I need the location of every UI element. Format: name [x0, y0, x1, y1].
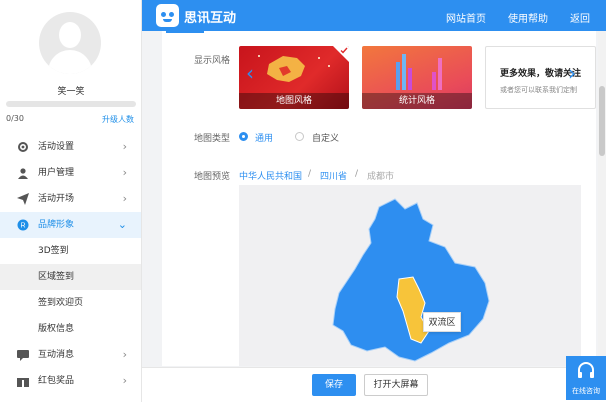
sidebar-item-brand-image[interactable]: R 品牌形象 ⌄ [0, 212, 141, 238]
active-tab-indicator [166, 31, 204, 33]
map-preview[interactable]: 双流区 [239, 185, 581, 366]
more-styles-desc: 或者您可以联系我们定制 [500, 86, 577, 94]
headset-icon [578, 362, 594, 378]
upgrade-link[interactable]: 升级人数 [102, 114, 134, 125]
avatar[interactable] [39, 12, 101, 74]
district-tooltip: 双流区 [423, 312, 461, 332]
sidebar-subitem-welcome-page[interactable]: 签到欢迎页 [0, 290, 141, 316]
sidebar-item-label: 活动开场 [38, 194, 75, 204]
breadcrumb-separator: / [355, 169, 359, 179]
main-content: 显示风格 地图风格 ‹ 统计风格 更多效果，敬请关注 或者您可以联系我们定制 ›… [142, 31, 606, 402]
sidebar-item-label: 用户管理 [38, 168, 75, 178]
quota-count: 0/30 [6, 114, 24, 123]
brand-icon: R [17, 219, 29, 231]
carousel-next-icon[interactable]: › [568, 61, 576, 85]
chengdu-map [332, 198, 490, 362]
style-label: 显示风格 [194, 56, 231, 66]
style-card-caption: 地图风格 [239, 93, 349, 109]
map-type-radio-custom[interactable] [295, 132, 304, 141]
send-icon [17, 193, 29, 205]
top-header: 思讯互动 网站首页 使用帮助 返回 [142, 0, 606, 31]
save-button[interactable]: 保存 [312, 374, 356, 396]
sidebar-item-activity-opening[interactable]: 活动开场 › [0, 186, 141, 212]
svg-text:R: R [20, 223, 25, 230]
chevron-right-icon: › [122, 140, 127, 153]
scrollbar[interactable] [598, 31, 606, 356]
sidebar-nav: 活动设置 › 用户管理 › 活动开场 › R 品牌形象 ⌄ 3D签到 区域签到 … [0, 134, 141, 394]
sidebar-item-label: 红包奖品 [38, 376, 75, 386]
more-styles-card: 更多效果，敬请关注 或者您可以联系我们定制 [485, 46, 596, 109]
sidebar-item-label: 品牌形象 [38, 220, 75, 230]
style-card-caption: 统计风格 [362, 93, 472, 109]
sidebar-subitem-region-signin[interactable]: 区域签到 [0, 264, 141, 290]
chevron-right-icon: › [122, 374, 127, 387]
map-type-label: 地图类型 [194, 134, 231, 144]
logo-icon [156, 4, 179, 27]
sidebar-item-label: 活动设置 [38, 142, 75, 152]
open-big-screen-button[interactable]: 打开大屏幕 [364, 374, 428, 396]
chevron-right-icon: › [122, 166, 127, 179]
sidebar-subitem-copyright[interactable]: 版权信息 [0, 316, 141, 342]
settings-panel: 显示风格 地图风格 ‹ 统计风格 更多效果，敬请关注 或者您可以联系我们定制 ›… [162, 31, 596, 366]
action-bar: 保存 打开大屏幕 [142, 367, 606, 402]
carousel-prev-icon[interactable]: ‹ [246, 61, 254, 85]
quota-progress-bar [6, 101, 136, 107]
sidebar-subitem-3d-signin[interactable]: 3D签到 [0, 238, 141, 264]
brand-name: 思讯互动 [184, 11, 237, 26]
user-icon [18, 168, 28, 179]
nav-back-link[interactable]: 返回 [570, 10, 590, 25]
username: 笑一笑 [57, 87, 85, 97]
nav-home-link[interactable]: 网站首页 [446, 10, 486, 25]
style-card-stats[interactable]: 统计风格 [362, 46, 472, 109]
online-help-button[interactable]: 在线咨询 [566, 356, 606, 400]
map-type-radio-general[interactable] [239, 132, 248, 141]
chevron-right-icon: › [122, 348, 127, 361]
sidebar-item-activity-settings[interactable]: 活动设置 › [0, 134, 141, 160]
avatar-body-icon [48, 50, 92, 74]
sidebar-item-user-management[interactable]: 用户管理 › [0, 160, 141, 186]
sidebar-item-red-packet-prizes[interactable]: 红包奖品 › [0, 368, 141, 394]
breadcrumb-province[interactable]: 四川省 [320, 169, 347, 182]
map-preview-label: 地图预览 [194, 172, 231, 182]
gift-icon [17, 376, 29, 387]
breadcrumb-city: 成都市 [367, 172, 395, 182]
sidebar-item-interactive-messages[interactable]: 互动消息 › [0, 342, 141, 368]
sidebar-item-label: 互动消息 [38, 350, 75, 360]
avatar-head-icon [59, 22, 81, 48]
nav-help-link[interactable]: 使用帮助 [508, 10, 548, 25]
map-type-custom-label[interactable]: 自定义 [312, 131, 339, 144]
gear-icon [18, 142, 28, 152]
breadcrumb-separator: / [308, 169, 312, 179]
style-card-map[interactable]: 地图风格 [239, 46, 349, 109]
map-type-general-label[interactable]: 通用 [255, 131, 273, 144]
chevron-down-icon: ⌄ [117, 218, 127, 231]
scrollbar-thumb[interactable] [599, 86, 605, 156]
message-icon [17, 350, 29, 361]
check-icon [340, 47, 348, 54]
online-help-label: 在线咨询 [572, 387, 600, 395]
breadcrumb-country[interactable]: 中华人民共和国 [239, 169, 302, 182]
sidebar: 笑一笑 0/30 升级人数 活动设置 › 用户管理 › 活动开场 › R 品牌形… [0, 0, 142, 402]
chevron-right-icon: › [122, 192, 127, 205]
